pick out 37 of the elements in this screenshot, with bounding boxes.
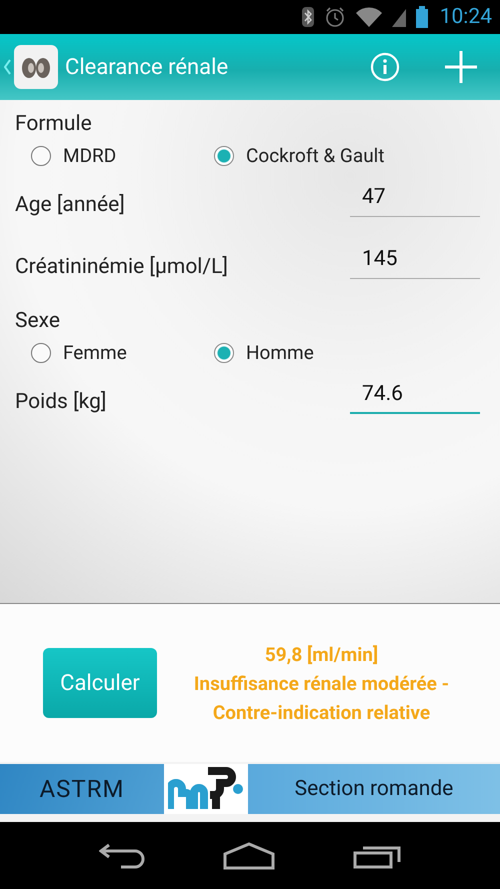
home-icon[interactable] — [223, 842, 275, 870]
radio-button[interactable] — [31, 146, 51, 166]
info-icon[interactable] — [370, 52, 400, 82]
screen-title: Clearance rénale — [65, 54, 230, 80]
input-field[interactable]: 47 — [350, 185, 480, 217]
group-label: Sexe — [15, 309, 61, 333]
battery-icon — [416, 6, 428, 28]
input-field[interactable]: 74.6 — [350, 382, 480, 414]
alarm-icon — [324, 6, 346, 28]
group-label: Formule — [15, 112, 93, 136]
clock: 10:24 — [440, 5, 492, 29]
option-label: Homme — [246, 341, 314, 364]
option-label: Femme — [63, 341, 127, 364]
field-label: Poids [kg] — [15, 390, 106, 414]
radio-button[interactable] — [31, 342, 51, 362]
banner-text: Section romande — [294, 777, 454, 801]
field-label: Age [année] — [15, 193, 125, 217]
option-label: MDRD — [63, 144, 116, 167]
banner-text: ASTRM — [40, 775, 124, 803]
bluetooth-icon — [302, 7, 314, 27]
wifi-icon — [356, 7, 382, 27]
radio-option[interactable]: Femme — [31, 341, 214, 364]
option-label: Cockroft & Gault — [246, 144, 385, 167]
add-icon[interactable] — [444, 50, 478, 84]
radio-button[interactable] — [214, 342, 234, 362]
radio-option[interactable]: Cockroft & Gault — [214, 144, 397, 167]
signal-icon — [392, 7, 406, 27]
field-label: Créatininémie [µmol/L] — [15, 255, 228, 279]
radio-option[interactable]: Homme — [214, 341, 397, 364]
radio-option[interactable]: MDRD — [31, 144, 214, 167]
result-text: 59,8 [ml/min] Insuffisance rénale modérée - Contre-indication relative — [192, 642, 450, 726]
input-field[interactable]: 145 — [350, 247, 480, 279]
back-icon[interactable] — [99, 842, 145, 868]
chevron-icon — [4, 59, 11, 75]
kidney-icon — [14, 45, 58, 89]
radio-button[interactable] — [214, 146, 234, 166]
up-button[interactable] — [4, 45, 58, 89]
